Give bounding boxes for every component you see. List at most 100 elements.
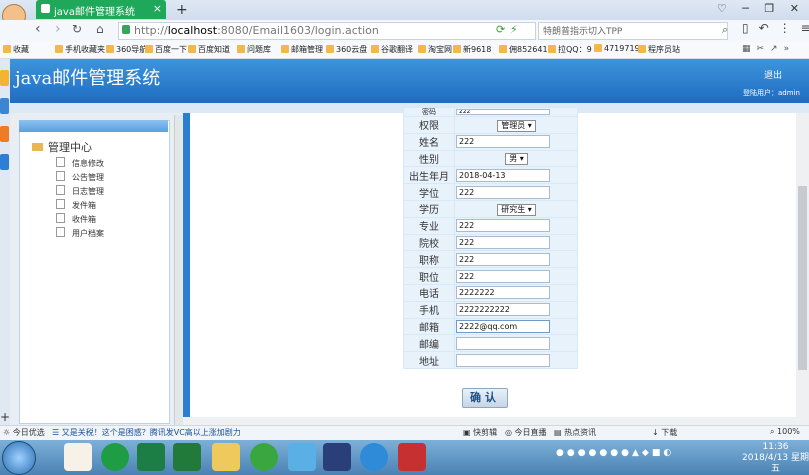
bookmark-item[interactable]: 邮箱管理	[281, 44, 323, 55]
role-select[interactable]: 管理员 ▾	[497, 119, 536, 132]
form-row: 手机 2222222222	[403, 300, 578, 319]
dock-mail-icon[interactable]	[0, 154, 9, 170]
sidebar-item-info-edit[interactable]: 信息修改	[56, 157, 104, 169]
sidebar-root[interactable]: 管理中心	[32, 139, 92, 155]
name-field[interactable]: 222	[456, 135, 550, 149]
taskbar-browser-icon[interactable]	[360, 443, 388, 471]
position-field[interactable]: 222	[456, 269, 550, 283]
taskbar-folder-icon[interactable]	[212, 443, 240, 471]
secure-shield-icon	[122, 25, 130, 34]
start-button-icon[interactable]	[2, 441, 36, 475]
status-news-link[interactable]: ☰ 又是关税！这个是困惑？腾讯发VC高以上涨加剧力	[52, 427, 241, 438]
bookmark-item[interactable]: 收藏	[3, 44, 29, 55]
horizontal-scrollbar[interactable]	[183, 417, 796, 425]
form-row: 出生年月 2018-04-13	[403, 166, 578, 185]
form-row: 密码 222	[403, 107, 578, 117]
page-icon	[56, 213, 65, 223]
sidebar-item-logs[interactable]: 日志管理	[56, 185, 104, 197]
title-field[interactable]: 222	[456, 252, 550, 266]
bookmark-item[interactable]: 谷歌翻译	[371, 44, 413, 55]
speed-mode-icon[interactable]: ⚡	[510, 23, 518, 36]
dock-game-icon[interactable]	[0, 126, 9, 142]
reload-icon[interactable]: ↻	[72, 22, 82, 36]
postcode-field[interactable]	[456, 336, 550, 350]
forward-icon[interactable]: ›	[55, 21, 61, 37]
compat-mode-icon[interactable]: ⟳	[496, 23, 505, 36]
email-field[interactable]: 2222@qq.com	[456, 319, 550, 333]
bookmark-item[interactable]: 淘宝网	[418, 44, 452, 55]
form-label: 姓名	[403, 132, 455, 151]
major-field[interactable]: 222	[456, 219, 550, 233]
phone-field[interactable]: 2222222	[456, 286, 550, 300]
browser-tools[interactable]: ▯↶⋮≡	[742, 21, 809, 35]
zoom-level[interactable]: ⌕ 100%	[770, 427, 800, 437]
bookmark-tools-icon[interactable]: ▦✂↗»	[742, 44, 795, 54]
logout-link[interactable]: 退出	[764, 68, 782, 81]
submit-button[interactable]: 确认	[462, 388, 508, 408]
page-icon	[56, 185, 65, 195]
bookmark-item[interactable]: 360云盘	[326, 44, 367, 55]
taskbar-eclipse-icon[interactable]	[323, 443, 351, 471]
sidebar-item-outbox[interactable]: 发件箱	[56, 199, 96, 211]
bookmark-item[interactable]: 程序员站	[638, 44, 680, 55]
taskbar-app-a-icon[interactable]	[64, 443, 92, 471]
dock-add-icon[interactable]: +	[0, 410, 10, 424]
taskbar-360-icon[interactable]	[250, 443, 278, 471]
status-item[interactable]: ▣ 快剪辑	[463, 427, 497, 438]
new-tab-button[interactable]: +	[176, 2, 188, 18]
user-info: 登陆用户：admin	[743, 89, 800, 97]
bookmark-item[interactable]: 手机收藏夹	[55, 44, 105, 55]
page-icon	[56, 199, 65, 209]
school-field[interactable]: 222	[456, 235, 550, 249]
sidebar-item-inbox[interactable]: 收件箱	[56, 213, 96, 225]
taskbar-app-red-icon[interactable]	[398, 443, 426, 471]
form-label: 邮箱	[403, 317, 455, 336]
tab-close-icon[interactable]: ×	[153, 2, 162, 15]
bookmark-item[interactable]: 拉QQ：9	[548, 44, 592, 55]
sidebar-item-user-profile[interactable]: 用户档案	[56, 227, 104, 239]
taskbar-excel-icon[interactable]	[173, 443, 201, 471]
browser-tab[interactable]: java邮件管理系统 ×	[36, 0, 166, 19]
home-icon[interactable]: ⌂	[96, 22, 104, 36]
taskbar-ie-icon[interactable]	[101, 443, 129, 471]
status-item[interactable]: ▤ 热点资讯	[554, 427, 596, 438]
dock-book-icon[interactable]	[0, 98, 9, 114]
window-controls[interactable]: ♡ ─ ❐ ✕	[717, 2, 805, 15]
gender-select[interactable]: 男 ▾	[505, 153, 528, 166]
bookmark-item[interactable]: 360导航	[106, 44, 147, 55]
status-item[interactable]: ↓ 下载	[652, 427, 677, 438]
address-field[interactable]	[456, 353, 550, 367]
bookmark-item[interactable]: 百度一下	[145, 44, 187, 55]
degree-field[interactable]: 222	[456, 185, 550, 199]
form-row: 邮箱 2222@qq.com	[403, 317, 578, 336]
form-label: 地址	[403, 351, 455, 369]
taskbar-s-icon[interactable]	[137, 443, 165, 471]
status-item[interactable]: ◎ 今日直播	[505, 427, 547, 438]
form-row: 专业 222	[403, 216, 578, 235]
education-select[interactable]: 研究生 ▾	[497, 203, 536, 216]
password-field[interactable]: 222	[456, 109, 550, 115]
taskbar-clock[interactable]: 11:36 2018/4/13 星期五	[742, 442, 809, 475]
main-scrollbar-thumb[interactable]	[798, 186, 807, 370]
form-row: 地址	[403, 351, 578, 369]
bookmark-item[interactable]: 新9618	[453, 44, 491, 55]
dock-star-icon[interactable]	[0, 70, 9, 86]
bookmark-item[interactable]: 百度知道	[188, 44, 230, 55]
bookmark-item[interactable]: 4719719	[594, 44, 640, 53]
search-icon[interactable]: ⌕	[722, 23, 728, 37]
tab-title: java邮件管理系统	[54, 7, 135, 18]
back-icon[interactable]: ‹	[35, 21, 41, 37]
system-tray-icons[interactable]: ●●●●●●●▲◆■◐	[556, 448, 674, 458]
form-row: 职位 222	[403, 267, 578, 285]
birthdate-field[interactable]: 2018-04-13	[456, 168, 550, 182]
form-label: 密码	[403, 107, 455, 117]
taskbar-tool-icon[interactable]	[288, 443, 316, 471]
app-title: java邮件管理系统	[15, 68, 161, 89]
form-row: 姓名 222	[403, 132, 578, 151]
sidebar-item-announcements[interactable]: 公告管理	[56, 171, 104, 183]
form-row: 权限 管理员 ▾	[403, 116, 578, 134]
mobile-field[interactable]: 2222222222	[456, 303, 550, 317]
bookmark-item[interactable]: 佣852641	[499, 44, 548, 55]
bookmark-item[interactable]: 问题库	[237, 44, 271, 55]
status-recommend[interactable]: ☼ 今日优选	[3, 427, 45, 438]
